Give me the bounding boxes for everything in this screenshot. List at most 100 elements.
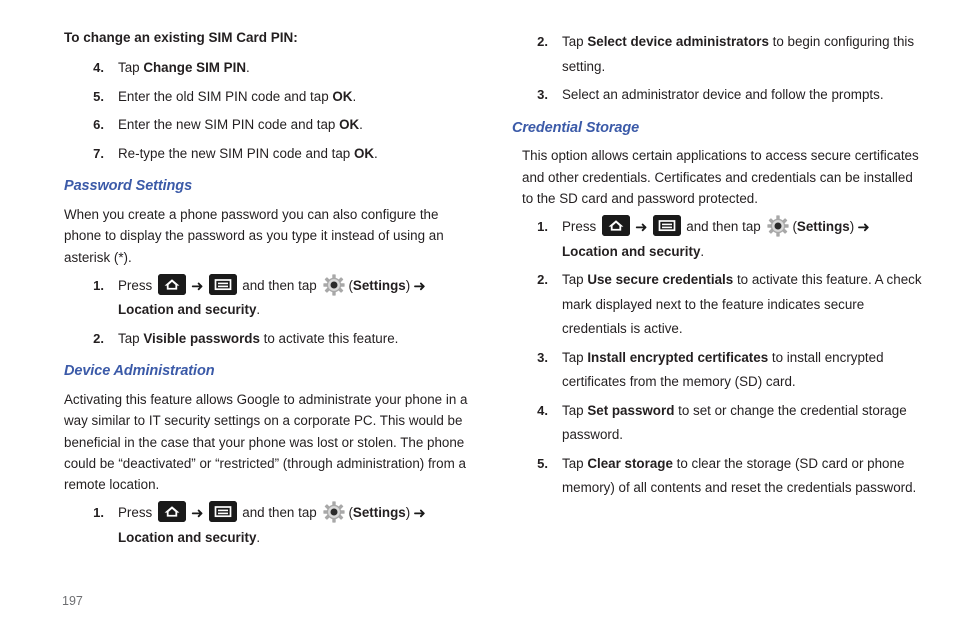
- settings-label: Settings: [352, 505, 406, 521]
- paren-close: ): [849, 219, 855, 235]
- period: .: [256, 529, 261, 545]
- step-text-pre: Tap: [562, 402, 588, 418]
- step-text-pre: Tap: [562, 349, 588, 365]
- step-number: 4.: [93, 60, 104, 76]
- page-number: 197: [62, 594, 83, 608]
- step-text: Tap Select device administrators to begi…: [562, 34, 914, 74]
- step-text-pre: Tap: [118, 330, 144, 346]
- step-text-pre: Enter the old SIM PIN code and tap: [118, 88, 333, 104]
- step-number: 1.: [93, 277, 104, 293]
- settings-gear-icon: [767, 215, 790, 237]
- settings-label: Settings: [796, 219, 850, 235]
- step-text-pre: Re-type the new SIM PIN code and tap: [118, 145, 354, 161]
- step-text-post: to activate this feature.: [259, 330, 399, 346]
- step-number: 6.: [93, 117, 104, 133]
- arrow-icon: ➜: [190, 504, 204, 523]
- step-text-pre: Tap: [562, 34, 588, 49]
- arrow-icon: ➜: [634, 218, 648, 237]
- step-text: Tap Change SIM PIN.: [118, 60, 250, 75]
- right-column: 2. Tap Select device administrators to b…: [510, 30, 925, 505]
- step-text-bold: Use secure credentials: [587, 272, 734, 288]
- paren-close: ): [405, 277, 411, 293]
- step-text-post: .: [374, 145, 378, 161]
- step-text-pre: Tap: [562, 455, 588, 471]
- arrow-icon: ➜: [413, 276, 426, 295]
- arrow-icon: ➜: [190, 276, 204, 295]
- step-text-bold: OK: [339, 117, 360, 133]
- settings-gear-icon: [323, 274, 346, 296]
- period: .: [700, 243, 705, 259]
- step-number: 5.: [537, 455, 548, 471]
- step-text-pre: Tap: [562, 272, 588, 288]
- menu-key-icon: [652, 215, 681, 237]
- list-item: 5. Enter the old SIM PIN code and tap OK…: [74, 85, 477, 110]
- step-text-post: .: [246, 60, 250, 76]
- step-text-bold: Visible passwords: [143, 330, 260, 346]
- list-item: 6. Enter the new SIM PIN code and tap OK…: [74, 113, 477, 138]
- list-item: 2. Tap Visible passwords to activate thi…: [74, 327, 477, 352]
- step-text-post: .: [352, 88, 357, 104]
- step-number: 2.: [93, 330, 104, 346]
- step-number: 1.: [537, 219, 548, 235]
- press-label: Press: [118, 505, 156, 521]
- list-item: 3. Tap Install encrypted certificates to…: [518, 346, 925, 395]
- list-item: 4. Tap Change SIM PIN.: [74, 56, 477, 81]
- section-heading-credential-storage: Credential Storage: [512, 119, 640, 136]
- section-heading-password-settings: Password Settings: [64, 178, 193, 195]
- list-item: 4. Tap Set password to set or change the…: [518, 399, 925, 448]
- password-settings-steps: 1. Press ➜ and then tap (Settings) ➜ Locat…: [74, 273, 477, 352]
- settings-gear-icon: [323, 501, 346, 523]
- credential-storage-steps: 1. Press ➜ and then tap (Settings) ➜ Locat…: [518, 215, 925, 501]
- sim-pin-lead-heading: To change an existing SIM Card PIN:: [64, 30, 298, 45]
- step-text-pre: Tap: [118, 60, 144, 76]
- destination-label: Location and security: [118, 529, 257, 545]
- step-text-bold: Install encrypted certificates: [587, 349, 769, 365]
- period: .: [256, 302, 261, 318]
- menu-key-icon: [208, 273, 237, 295]
- manual-page: To change an existing SIM Card PIN: 4. T…: [0, 0, 954, 636]
- step-text-bold: Set password: [587, 402, 675, 418]
- step-number: 7.: [93, 145, 104, 161]
- password-settings-body: When you create a phone password you can…: [64, 207, 444, 265]
- home-key-icon: [157, 273, 186, 295]
- step-number: 5.: [93, 88, 104, 104]
- step-text-pre: Select an administrator device and follo…: [562, 87, 884, 102]
- step-number: 1.: [93, 505, 104, 521]
- device-administration-steps: 1. Press ➜ and then tap (Settings) ➜ Locat…: [74, 501, 477, 550]
- step-text: Tap Set password to set or change the cr…: [562, 403, 907, 443]
- home-key-icon: [157, 501, 186, 523]
- step-number: 3.: [537, 87, 548, 102]
- section-heading-device-administration: Device Administration: [64, 363, 215, 380]
- step-text: Re-type the new SIM PIN code and tap OK.: [118, 146, 378, 161]
- sim-pin-steps: 4. Tap Change SIM PIN. 5. Enter the old …: [74, 56, 477, 166]
- step-text-post: .: [359, 117, 363, 133]
- list-item: 2. Tap Use secure credentials to activat…: [518, 268, 925, 342]
- press-label: Press: [562, 219, 600, 235]
- list-item: 2. Tap Select device administrators to b…: [518, 30, 925, 79]
- step-text: Enter the new SIM PIN code and tap OK.: [118, 117, 363, 132]
- arrow-icon: ➜: [857, 218, 870, 237]
- left-column: To change an existing SIM Card PIN: 4. T…: [62, 30, 477, 554]
- destination-label: Location and security: [562, 243, 701, 259]
- home-key-icon: [601, 215, 630, 237]
- step-number: 3.: [537, 349, 548, 365]
- step-text: Press ➜ and then tap (Settings) ➜ Location…: [118, 273, 429, 318]
- step-text-bold: Change SIM PIN: [143, 60, 246, 76]
- step-text: Tap Clear storage to clear the storage (…: [562, 456, 916, 496]
- step-text-bold: Select device administrators: [587, 34, 769, 49]
- step-text: Enter the old SIM PIN code and tap OK.: [118, 89, 356, 104]
- destination-label: Location and security: [118, 302, 257, 318]
- and-then-tap-label: and then tap: [682, 219, 765, 235]
- step-number: 2.: [537, 34, 548, 49]
- list-item: 7. Re-type the new SIM PIN code and tap …: [74, 142, 477, 167]
- step-number: 2.: [537, 272, 548, 288]
- step-text: Tap Install encrypted certificates to in…: [562, 350, 884, 390]
- paren-close: ): [405, 505, 411, 521]
- step-text: Select an administrator device and follo…: [562, 87, 884, 102]
- menu-key-icon: [208, 501, 237, 523]
- step-text: Tap Use secure credentials to activate t…: [562, 272, 922, 336]
- device-admin-continued-steps: 2. Tap Select device administrators to b…: [518, 30, 925, 108]
- press-label: Press: [118, 277, 156, 293]
- arrow-icon: ➜: [413, 504, 426, 523]
- list-item: 3. Select an administrator device and fo…: [518, 83, 925, 108]
